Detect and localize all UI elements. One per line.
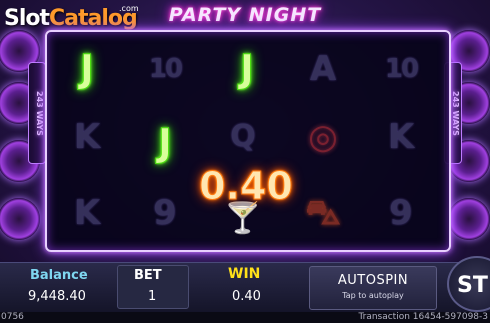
car-icon: ⛍ [305,193,341,233]
reel-cell: J [211,36,283,102]
footer-bar: 0756 Transaction 16454-597098-3 [0,312,490,323]
autospin-hint: Tap to autoplay [342,291,404,300]
reel-cell: K [51,180,123,246]
game-scene: SlotCatalog .com PARTY NIGHT 243 WAYS 24… [0,0,490,323]
reel-cell: K [51,104,123,170]
symbol-j-win: J [239,47,255,91]
reel-cell: A [287,36,359,102]
reel-cell: ◎ [287,104,359,170]
autospin-button[interactable]: AUTOSPIN Tap to autoplay [309,266,437,310]
bet-label: BET [134,268,162,283]
speaker-icon [0,198,40,240]
symbol-a: A [309,49,337,89]
slotcatalog-logo: SlotCatalog [4,6,138,31]
reel-cell: J [51,36,123,102]
reel-cell: Q [207,104,279,170]
turntable-icon: ◎ [308,117,338,157]
balance-label: Balance [30,268,88,283]
transaction-text: Transaction 16454-597098-3 [358,312,488,322]
autospin-label: AUTOSPIN [337,273,409,288]
symbol-j-win: J [79,47,95,91]
win-label: WIN [228,266,261,282]
bet-value: 1 [148,289,157,304]
symbol-10: 10 [384,54,419,84]
balance-value: 9,448.40 [28,289,86,304]
reel-cell: 10 [365,36,437,102]
symbol-k: K [387,117,415,157]
symbol-9: 9 [389,193,413,233]
symbol-9: 9 [153,193,177,233]
reel-cell: 9 [365,180,437,246]
win-value: 0.40 [232,289,261,304]
reel-cell: 10 [129,36,201,102]
win-amount-display: 0.40 [199,164,294,209]
logo-slot-text: Slot [4,6,50,31]
symbol-10: 10 [148,54,183,84]
speaker-icon [448,198,490,240]
reel-grid: J 10 J A 10 K J Q ◎ K K 9 🍸 ⛍ 9 [45,30,451,252]
logo-com-text: .com [119,4,139,13]
footer-left-text: 0756 [1,312,24,322]
symbol-k: K [73,193,101,233]
symbol-j-win: J [157,121,173,165]
reel-cell: K [365,104,437,170]
ways-badge-left: 243 WAYS [28,62,46,164]
symbol-k: K [73,117,101,157]
symbol-q: Q [230,119,256,154]
game-title: PARTY NIGHT [168,4,322,26]
